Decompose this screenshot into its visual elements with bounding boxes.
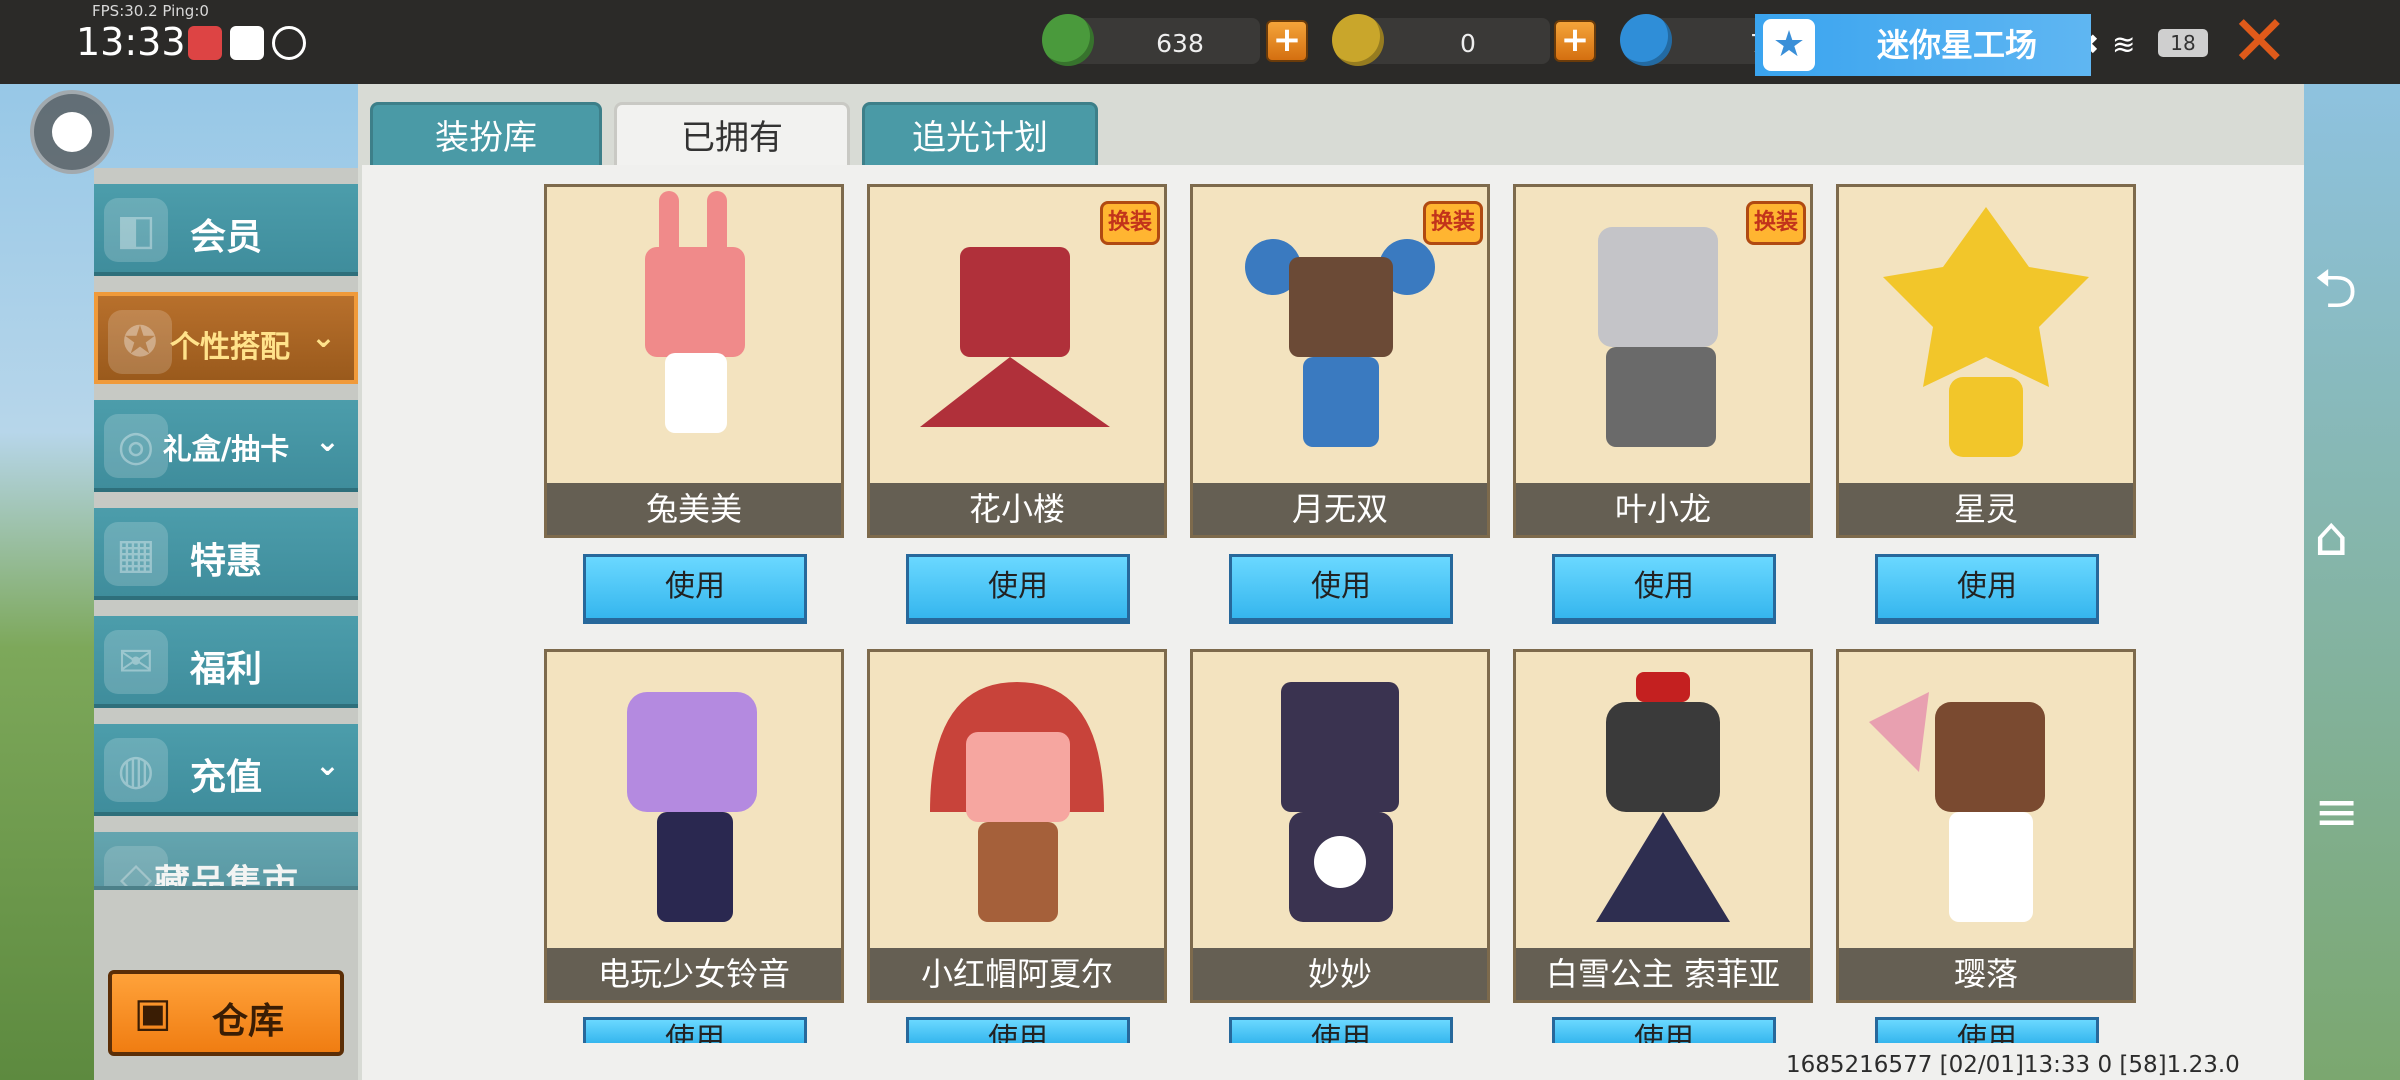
skin-card-yingluo[interactable]: 璎落	[1836, 649, 2136, 1003]
battery-indicator: 18	[2158, 29, 2208, 57]
skin-figure	[1596, 672, 1730, 922]
system-nav-strip	[2304, 84, 2400, 1080]
sidebar-item-member[interactable]: ◧ 会员	[94, 184, 358, 276]
use-button-yuewushuang[interactable]: 使用	[1229, 554, 1453, 624]
skin-name: 星灵	[1839, 483, 2133, 535]
skin-figure	[645, 191, 745, 433]
skin-name: 小红帽阿夏尔	[870, 948, 1164, 1000]
chevron-down-icon: ⌄	[314, 424, 340, 459]
gem-count: 638	[1156, 29, 1204, 58]
menu-icon[interactable]: ≡	[2314, 780, 2359, 843]
skin-card-lingyin[interactable]: 电玩少女铃音	[544, 649, 844, 1003]
tab-owned[interactable]: 已拥有	[614, 102, 850, 172]
star-icon: ★	[1763, 19, 1815, 71]
skin-card-axiaer[interactable]: 小红帽阿夏尔	[867, 649, 1167, 1003]
use-button-xingling[interactable]: 使用	[1875, 554, 2099, 624]
chevron-down-icon: ⌄	[310, 320, 336, 355]
wifi-icon: ≋	[2112, 28, 2136, 61]
use-button-lingyin[interactable]: 使用	[583, 1017, 807, 1043]
skin-name: 妙妙	[1193, 948, 1487, 1000]
sidebar-item-outfit[interactable]: ✪ 个性搭配 ⌄	[94, 292, 358, 384]
tab-chase-light[interactable]: 追光计划	[862, 102, 1098, 168]
costume-change-badge: 换装	[1746, 201, 1806, 245]
skin-name: 叶小龙	[1516, 483, 1810, 535]
backpack-icon: ▣	[134, 990, 172, 1036]
warehouse-button[interactable]: ▣ 仓库	[108, 970, 344, 1056]
skin-card-huaxiaolou[interactable]: 换装 花小楼	[867, 184, 1167, 538]
add-gems-button[interactable]: +	[1266, 20, 1308, 62]
home-icon[interactable]: ⌂	[2314, 505, 2348, 568]
use-button-miaomiao[interactable]: 使用	[1229, 1017, 1453, 1043]
skin-card-xingling[interactable]: 星灵	[1836, 184, 2136, 538]
workshop-label: 迷你星工场	[1877, 26, 2038, 64]
costume-change-badge: 换装	[1423, 201, 1483, 245]
mini-coin-icon	[1332, 14, 1384, 66]
fps-readout: FPS:30.2 Ping:0	[92, 2, 209, 20]
skin-figure	[1869, 692, 2045, 922]
mini-bean-icon	[1620, 14, 1672, 66]
sidebar-item-collection[interactable]: ◇ 藏品集市	[94, 832, 358, 890]
app-notification-icon	[188, 26, 222, 60]
skin-figure	[1281, 682, 1399, 922]
tab-costume-library[interactable]: 装扮库	[370, 102, 602, 168]
build-info: 1685216577 [02/01]13:33 0 [58]1.23.0	[1786, 1052, 2240, 1078]
record-button[interactable]	[30, 90, 114, 174]
skin-name: 白雪公主 索菲亚	[1516, 948, 1810, 1000]
use-button-axiaer[interactable]: 使用	[906, 1017, 1130, 1043]
skin-card-yexiaolong[interactable]: 换装 叶小龙	[1513, 184, 1813, 538]
warehouse-label: 仓库	[212, 1001, 285, 1042]
skin-name: 月无双	[1193, 483, 1487, 535]
sidebar-item-label: 福利	[189, 649, 262, 690]
back-icon[interactable]: ⮌	[2314, 250, 2357, 342]
use-button-yexiaolong[interactable]: 使用	[1552, 554, 1776, 624]
skin-figure	[1883, 207, 2089, 457]
skin-card-yuewushuang[interactable]: 换装 月无双	[1190, 184, 1490, 538]
costume-change-badge: 换装	[1100, 201, 1160, 245]
use-button-sophia[interactable]: 使用	[1552, 1017, 1776, 1043]
sidebar-item-label: 特惠	[189, 541, 262, 582]
coin-count: 0	[1460, 29, 1476, 58]
chevron-down-icon: ⌄	[314, 748, 340, 783]
use-button-yingluo[interactable]: 使用	[1875, 1017, 2099, 1043]
sidebar-item-recharge[interactable]: ◍ 充值 ⌄	[94, 724, 358, 816]
skin-name: 花小楼	[870, 483, 1164, 535]
skin-figure	[627, 692, 757, 922]
skin-name: 兔美美	[547, 483, 841, 535]
use-button-tumeimei[interactable]: 使用	[583, 554, 807, 624]
status-clock: 13:33	[76, 20, 186, 64]
add-coins-button[interactable]: +	[1554, 20, 1596, 62]
skin-card-tumeimei[interactable]: 兔美美	[544, 184, 844, 538]
timer-icon	[272, 26, 306, 60]
sidebar-item-deals[interactable]: ▦ 特惠	[94, 508, 358, 600]
green-gem-icon	[1042, 14, 1094, 66]
close-icon[interactable]: ✕	[2230, 6, 2289, 76]
skin-name: 璎落	[1839, 948, 2133, 1000]
mini-workshop-button[interactable]: ★ 迷你星工场	[1755, 14, 2091, 76]
use-button-huaxiaolou[interactable]: 使用	[906, 554, 1130, 624]
sidebar-item-label: 藏品集市	[153, 863, 298, 890]
skin-figure	[930, 682, 1104, 922]
app-notification-icon-2	[230, 26, 264, 60]
skin-card-sophia[interactable]: 白雪公主 索菲亚	[1513, 649, 1813, 1003]
sidebar-item-label: 会员	[189, 217, 262, 258]
skin-card-miaomiao[interactable]: 妙妙	[1190, 649, 1490, 1003]
sidebar-item-giftbox[interactable]: ◎ 礼盒/抽卡 ⌄	[94, 400, 358, 492]
sidebar-item-welfare[interactable]: ✉ 福利	[94, 616, 358, 708]
skin-name: 电玩少女铃音	[547, 948, 841, 1000]
